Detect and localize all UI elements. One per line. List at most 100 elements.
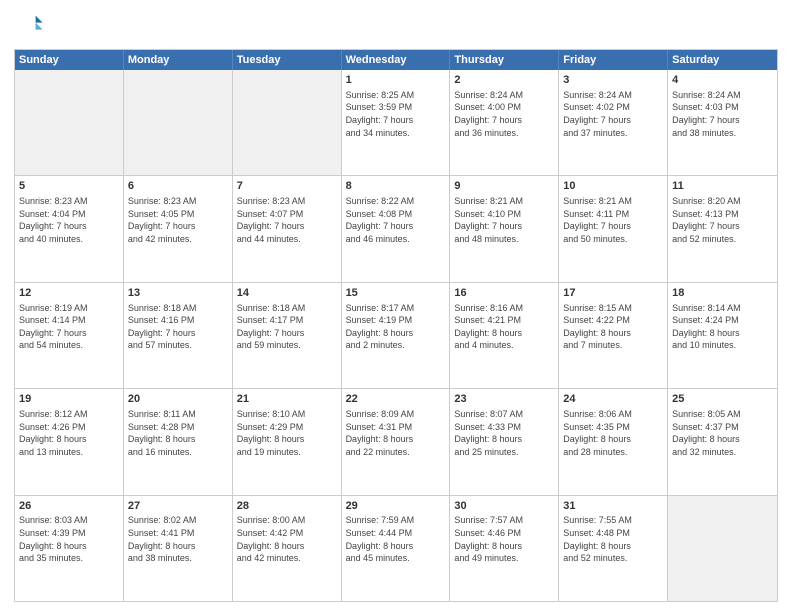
- day-number: 18: [672, 286, 773, 301]
- cell-info: Sunrise: 8:24 AM Sunset: 4:02 PM Dayligh…: [563, 89, 663, 139]
- day-number: 12: [19, 286, 119, 301]
- cell-info: Sunrise: 8:20 AM Sunset: 4:13 PM Dayligh…: [672, 195, 773, 245]
- calendar-body: 1Sunrise: 8:25 AM Sunset: 3:59 PM Daylig…: [15, 70, 777, 601]
- cal-cell-17: 17Sunrise: 8:15 AM Sunset: 4:22 PM Dayli…: [559, 283, 668, 388]
- day-number: 4: [672, 73, 773, 88]
- header-day-saturday: Saturday: [668, 50, 777, 70]
- day-number: 13: [128, 286, 228, 301]
- cell-info: Sunrise: 8:22 AM Sunset: 4:08 PM Dayligh…: [346, 195, 446, 245]
- day-number: 20: [128, 392, 228, 407]
- cell-info: Sunrise: 8:02 AM Sunset: 4:41 PM Dayligh…: [128, 514, 228, 564]
- cal-cell-8: 8Sunrise: 8:22 AM Sunset: 4:08 PM Daylig…: [342, 176, 451, 281]
- day-number: 31: [563, 499, 663, 514]
- day-number: 21: [237, 392, 337, 407]
- cal-cell-15: 15Sunrise: 8:17 AM Sunset: 4:19 PM Dayli…: [342, 283, 451, 388]
- cell-info: Sunrise: 8:12 AM Sunset: 4:26 PM Dayligh…: [19, 408, 119, 458]
- cell-info: Sunrise: 8:21 AM Sunset: 4:11 PM Dayligh…: [563, 195, 663, 245]
- cell-info: Sunrise: 8:10 AM Sunset: 4:29 PM Dayligh…: [237, 408, 337, 458]
- cal-cell-31: 31Sunrise: 7:55 AM Sunset: 4:48 PM Dayli…: [559, 496, 668, 601]
- week-row-0: 1Sunrise: 8:25 AM Sunset: 3:59 PM Daylig…: [15, 70, 777, 175]
- day-number: 5: [19, 179, 119, 194]
- calendar: SundayMondayTuesdayWednesdayThursdayFrid…: [14, 49, 778, 602]
- week-row-2: 12Sunrise: 8:19 AM Sunset: 4:14 PM Dayli…: [15, 282, 777, 388]
- day-number: 3: [563, 73, 663, 88]
- day-number: 16: [454, 286, 554, 301]
- cal-cell-6: 6Sunrise: 8:23 AM Sunset: 4:05 PM Daylig…: [124, 176, 233, 281]
- cal-cell-26: 26Sunrise: 8:03 AM Sunset: 4:39 PM Dayli…: [15, 496, 124, 601]
- cell-info: Sunrise: 8:00 AM Sunset: 4:42 PM Dayligh…: [237, 514, 337, 564]
- day-number: 30: [454, 499, 554, 514]
- day-number: 11: [672, 179, 773, 194]
- cal-cell-19: 19Sunrise: 8:12 AM Sunset: 4:26 PM Dayli…: [15, 389, 124, 494]
- cell-info: Sunrise: 8:24 AM Sunset: 4:03 PM Dayligh…: [672, 89, 773, 139]
- day-number: 2: [454, 73, 554, 88]
- cal-cell-4: 4Sunrise: 8:24 AM Sunset: 4:03 PM Daylig…: [668, 70, 777, 175]
- cal-cell-22: 22Sunrise: 8:09 AM Sunset: 4:31 PM Dayli…: [342, 389, 451, 494]
- header-day-wednesday: Wednesday: [342, 50, 451, 70]
- week-row-4: 26Sunrise: 8:03 AM Sunset: 4:39 PM Dayli…: [15, 495, 777, 601]
- header: [14, 10, 778, 43]
- cell-info: Sunrise: 8:07 AM Sunset: 4:33 PM Dayligh…: [454, 408, 554, 458]
- day-number: 7: [237, 179, 337, 194]
- day-number: 17: [563, 286, 663, 301]
- calendar-header: SundayMondayTuesdayWednesdayThursdayFrid…: [15, 50, 777, 70]
- cal-cell-27: 27Sunrise: 8:02 AM Sunset: 4:41 PM Dayli…: [124, 496, 233, 601]
- cal-cell-13: 13Sunrise: 8:18 AM Sunset: 4:16 PM Dayli…: [124, 283, 233, 388]
- cal-cell-28: 28Sunrise: 8:00 AM Sunset: 4:42 PM Dayli…: [233, 496, 342, 601]
- logo: [14, 10, 44, 43]
- day-number: 28: [237, 499, 337, 514]
- cal-cell-empty: [15, 70, 124, 175]
- cal-cell-1: 1Sunrise: 8:25 AM Sunset: 3:59 PM Daylig…: [342, 70, 451, 175]
- day-number: 26: [19, 499, 119, 514]
- cell-info: Sunrise: 7:59 AM Sunset: 4:44 PM Dayligh…: [346, 514, 446, 564]
- cell-info: Sunrise: 8:23 AM Sunset: 4:07 PM Dayligh…: [237, 195, 337, 245]
- cell-info: Sunrise: 8:16 AM Sunset: 4:21 PM Dayligh…: [454, 302, 554, 352]
- cell-info: Sunrise: 8:09 AM Sunset: 4:31 PM Dayligh…: [346, 408, 446, 458]
- cal-cell-3: 3Sunrise: 8:24 AM Sunset: 4:02 PM Daylig…: [559, 70, 668, 175]
- cal-cell-30: 30Sunrise: 7:57 AM Sunset: 4:46 PM Dayli…: [450, 496, 559, 601]
- cell-info: Sunrise: 8:23 AM Sunset: 4:05 PM Dayligh…: [128, 195, 228, 245]
- day-number: 14: [237, 286, 337, 301]
- cal-cell-11: 11Sunrise: 8:20 AM Sunset: 4:13 PM Dayli…: [668, 176, 777, 281]
- cell-info: Sunrise: 8:14 AM Sunset: 4:24 PM Dayligh…: [672, 302, 773, 352]
- header-day-friday: Friday: [559, 50, 668, 70]
- cell-info: Sunrise: 7:57 AM Sunset: 4:46 PM Dayligh…: [454, 514, 554, 564]
- cal-cell-23: 23Sunrise: 8:07 AM Sunset: 4:33 PM Dayli…: [450, 389, 559, 494]
- day-number: 29: [346, 499, 446, 514]
- cell-info: Sunrise: 8:21 AM Sunset: 4:10 PM Dayligh…: [454, 195, 554, 245]
- cell-info: Sunrise: 8:25 AM Sunset: 3:59 PM Dayligh…: [346, 89, 446, 139]
- cell-info: Sunrise: 8:03 AM Sunset: 4:39 PM Dayligh…: [19, 514, 119, 564]
- cal-cell-5: 5Sunrise: 8:23 AM Sunset: 4:04 PM Daylig…: [15, 176, 124, 281]
- cal-cell-20: 20Sunrise: 8:11 AM Sunset: 4:28 PM Dayli…: [124, 389, 233, 494]
- header-day-tuesday: Tuesday: [233, 50, 342, 70]
- header-day-thursday: Thursday: [450, 50, 559, 70]
- cal-cell-empty: [124, 70, 233, 175]
- week-row-1: 5Sunrise: 8:23 AM Sunset: 4:04 PM Daylig…: [15, 175, 777, 281]
- cal-cell-empty: [668, 496, 777, 601]
- cell-info: Sunrise: 8:06 AM Sunset: 4:35 PM Dayligh…: [563, 408, 663, 458]
- day-number: 23: [454, 392, 554, 407]
- day-number: 1: [346, 73, 446, 88]
- day-number: 22: [346, 392, 446, 407]
- cal-cell-29: 29Sunrise: 7:59 AM Sunset: 4:44 PM Dayli…: [342, 496, 451, 601]
- cal-cell-10: 10Sunrise: 8:21 AM Sunset: 4:11 PM Dayli…: [559, 176, 668, 281]
- day-number: 25: [672, 392, 773, 407]
- cell-info: Sunrise: 7:55 AM Sunset: 4:48 PM Dayligh…: [563, 514, 663, 564]
- page: SundayMondayTuesdayWednesdayThursdayFrid…: [0, 0, 792, 612]
- day-number: 19: [19, 392, 119, 407]
- cal-cell-7: 7Sunrise: 8:23 AM Sunset: 4:07 PM Daylig…: [233, 176, 342, 281]
- cal-cell-empty: [233, 70, 342, 175]
- cell-info: Sunrise: 8:17 AM Sunset: 4:19 PM Dayligh…: [346, 302, 446, 352]
- cal-cell-14: 14Sunrise: 8:18 AM Sunset: 4:17 PM Dayli…: [233, 283, 342, 388]
- header-day-monday: Monday: [124, 50, 233, 70]
- day-number: 9: [454, 179, 554, 194]
- cal-cell-24: 24Sunrise: 8:06 AM Sunset: 4:35 PM Dayli…: [559, 389, 668, 494]
- logo-icon: [16, 10, 44, 38]
- cal-cell-12: 12Sunrise: 8:19 AM Sunset: 4:14 PM Dayli…: [15, 283, 124, 388]
- cell-info: Sunrise: 8:24 AM Sunset: 4:00 PM Dayligh…: [454, 89, 554, 139]
- cal-cell-18: 18Sunrise: 8:14 AM Sunset: 4:24 PM Dayli…: [668, 283, 777, 388]
- cell-info: Sunrise: 8:23 AM Sunset: 4:04 PM Dayligh…: [19, 195, 119, 245]
- day-number: 27: [128, 499, 228, 514]
- day-number: 24: [563, 392, 663, 407]
- day-number: 8: [346, 179, 446, 194]
